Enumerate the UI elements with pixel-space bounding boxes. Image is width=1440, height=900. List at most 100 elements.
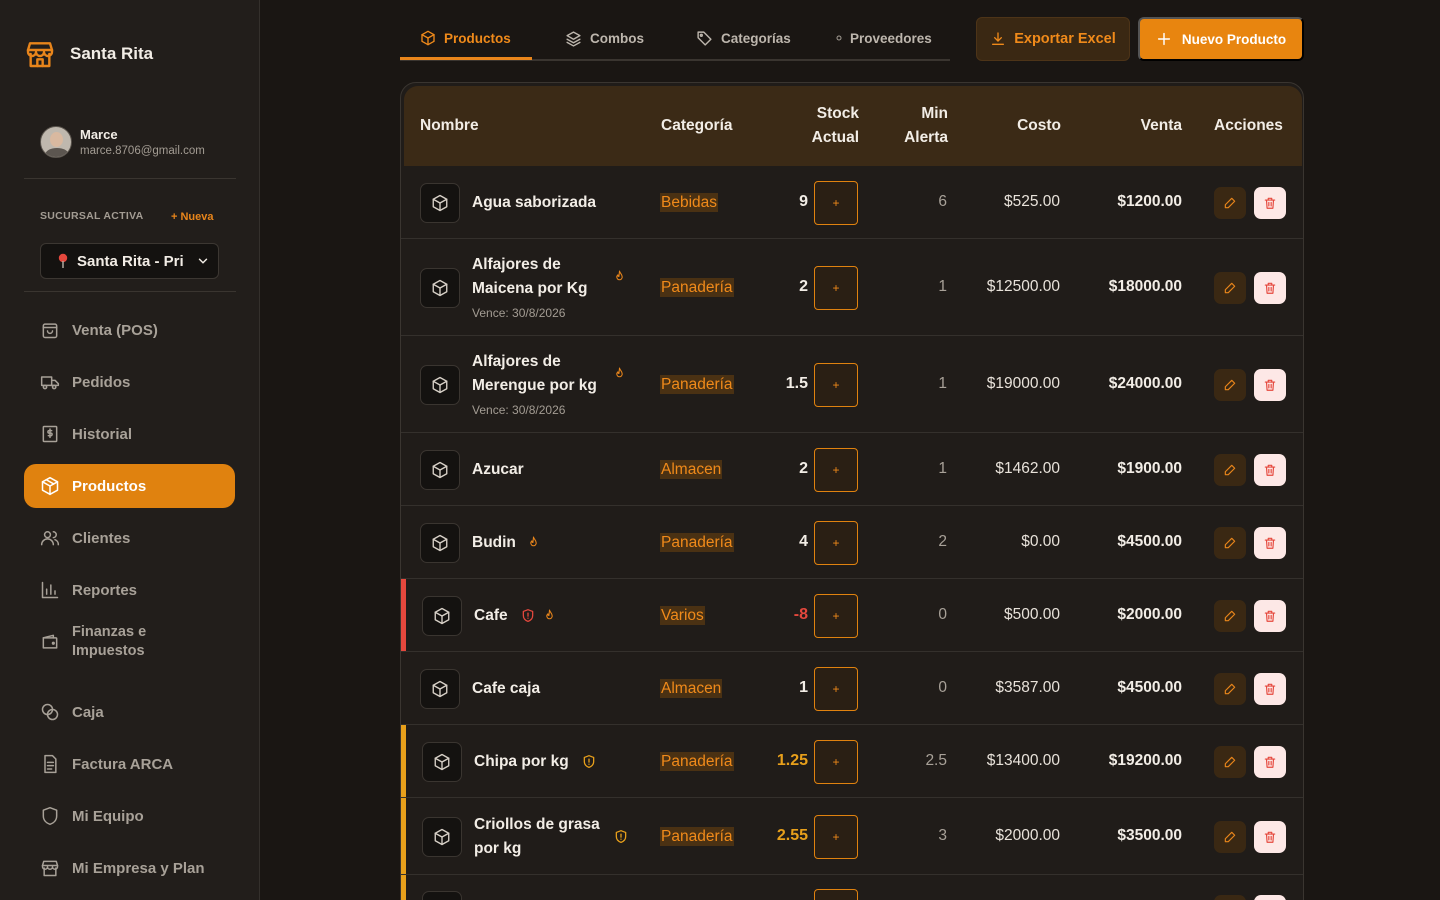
new-product-label: Nuevo Producto (1181, 31, 1287, 47)
product-thumbnail (420, 267, 460, 308)
add-stock-button[interactable]: + (814, 447, 858, 492)
col-header-min-alerta[interactable]: Min Alerta (874, 102, 948, 150)
add-stock-button[interactable]: + (814, 520, 858, 565)
sidebar-item-finanzas[interactable]: Finanzas e Impuestos (24, 620, 235, 664)
delete-button[interactable] (1254, 186, 1286, 219)
sidebar-item-venta[interactable]: Venta (POS) (24, 308, 235, 352)
product-name[interactable]: Chipa por kg (474, 750, 569, 774)
category-badge: Almacen (660, 678, 723, 698)
new-product-button[interactable]: Nuevo Producto (1138, 17, 1304, 61)
product-name[interactable]: Agua saborizada (472, 191, 596, 215)
export-excel-button[interactable]: Exportar Excel (976, 17, 1130, 61)
table-row[interactable]: Criollos de grasa por kg Panadería 2.55 +3 $2… (401, 798, 1303, 875)
stock-value: 9 (799, 192, 808, 210)
fire-icon (543, 608, 556, 623)
table-row[interactable]: Cafe caja Almacen 1 +0 $3587.00 $4500.00 (401, 652, 1303, 725)
col-header-categoria[interactable]: Categoría (661, 114, 733, 138)
user-profile[interactable]: Marce marce.8706@gmail.com (40, 126, 205, 158)
edit-button[interactable] (1214, 599, 1246, 632)
delete-button[interactable] (1254, 271, 1286, 304)
edit-button[interactable] (1214, 820, 1246, 853)
sidebar-item-reportes[interactable]: Reportes (24, 568, 235, 612)
table-row[interactable]: Agua saborizada Bebidas 9 +6 $525.00 $1200.00 (401, 166, 1303, 239)
table-row[interactable]: Chipa por kg Panadería 1.25 +2.5 $13400.00 $1… (401, 725, 1303, 798)
stock-value: 4 (799, 532, 808, 550)
delete-button[interactable] (1254, 895, 1286, 900)
product-name[interactable]: Budin (472, 531, 516, 555)
col-header-venta[interactable]: Venta (1082, 114, 1182, 138)
edit-button[interactable] (1214, 895, 1246, 900)
edit-button[interactable] (1214, 526, 1246, 559)
table-row[interactable]: Budin Panadería 4 +2 $0.00 $4500.00 (401, 506, 1303, 579)
col-header-acciones: Acciones (1214, 117, 1283, 134)
file-text-icon (40, 754, 60, 774)
delete-button[interactable] (1254, 453, 1286, 486)
sale-price-value: $3500.00 (1117, 826, 1182, 844)
delete-button[interactable] (1254, 599, 1286, 632)
plus-icon (1156, 31, 1172, 47)
product-name[interactable]: Azucar (472, 458, 524, 482)
edit-button[interactable] (1214, 186, 1246, 219)
add-stock-button[interactable]: + (814, 180, 858, 225)
edit-button[interactable] (1214, 745, 1246, 778)
product-name-line: Cafe caja (472, 679, 541, 697)
receipt-icon (40, 424, 60, 444)
delete-button[interactable] (1254, 820, 1286, 853)
add-stock-button[interactable]: + (814, 814, 858, 859)
edit-button[interactable] (1214, 368, 1246, 401)
table-row[interactable]: Azucar Almacen 2 +1 $1462.00 $1900.00 (401, 433, 1303, 506)
sidebar-item-historial[interactable]: Historial (24, 412, 235, 456)
col-header-nombre[interactable]: Nombre (420, 114, 479, 138)
cost-value: $19000.00 (986, 374, 1060, 392)
edit-button[interactable] (1214, 672, 1246, 705)
sale-price-value: $1900.00 (1117, 459, 1182, 477)
tab-productos[interactable]: Productos (420, 17, 511, 59)
cost-value: $2000.00 (995, 826, 1060, 844)
pencil-icon (1223, 536, 1237, 550)
sidebar-item-factura[interactable]: Factura ARCA (24, 742, 235, 786)
brand[interactable]: Santa Rita (24, 38, 153, 70)
tab-combos[interactable]: Combos (565, 17, 644, 59)
product-name-line: Budin (472, 533, 516, 551)
box-icon (433, 753, 451, 771)
add-stock-button[interactable]: + (814, 362, 858, 407)
add-stock-button[interactable]: + (814, 265, 858, 310)
export-excel-label: Exportar Excel (1014, 31, 1116, 47)
add-stock-button[interactable] (814, 889, 858, 900)
delete-button[interactable] (1254, 745, 1286, 778)
sidebar-item-pedidos[interactable]: Pedidos (24, 360, 235, 404)
sidebar-item-empresa[interactable]: Mi Empresa y Plan (24, 846, 235, 890)
stock-value: 1.25 (776, 751, 808, 769)
edit-button[interactable] (1214, 453, 1246, 486)
sidebar-item-productos[interactable]: Productos (24, 464, 235, 508)
edit-button[interactable] (1214, 271, 1246, 304)
delete-button[interactable] (1254, 672, 1286, 705)
col-header-min-line1: Min (921, 105, 948, 122)
table-row[interactable]: Alfajores de Maicena por Kg Vence: 30/8/20… (401, 239, 1303, 336)
add-stock-button[interactable]: + (814, 739, 858, 784)
tab-proveedores[interactable]: Proveedores (836, 17, 932, 59)
product-name-line: Cafe (474, 606, 508, 624)
tab-categorias[interactable]: Categorías (696, 17, 791, 59)
product-name[interactable]: Criollos de grasa por kg (474, 813, 600, 861)
product-name[interactable]: Cafe caja (472, 677, 540, 701)
sidebar-item-caja[interactable]: Caja (24, 690, 235, 734)
branch-select[interactable]: Santa Rita - Pri (40, 243, 219, 279)
table-row[interactable]: Alfajores de Merengue por kg Vence: 30/8/2… (401, 336, 1303, 433)
product-name[interactable]: Alfajores de Maicena por Kg (472, 253, 587, 301)
add-stock-button[interactable]: + (814, 666, 858, 711)
product-name[interactable]: Alfajores de Merengue por kg (472, 350, 597, 398)
sidebar-item-label: Clientes (72, 529, 131, 547)
sale-price-value: $4500.00 (1117, 532, 1182, 550)
sidebar-item-clientes[interactable]: Clientes (24, 516, 235, 560)
add-stock-button[interactable]: + (814, 593, 858, 638)
col-header-costo[interactable]: Costo (961, 114, 1061, 138)
sidebar-item-equipo[interactable]: Mi Equipo (24, 794, 235, 838)
trash-icon (1263, 536, 1277, 550)
table-row[interactable]: Cafe Varios -8 +0 $500.00 $2000.00 (401, 579, 1303, 652)
new-branch-link[interactable]: + Nueva (171, 211, 214, 223)
delete-button[interactable] (1254, 526, 1286, 559)
product-name[interactable]: Cafe (474, 604, 508, 628)
col-header-stock[interactable]: Stock Actual (784, 102, 859, 150)
delete-button[interactable] (1254, 368, 1286, 401)
